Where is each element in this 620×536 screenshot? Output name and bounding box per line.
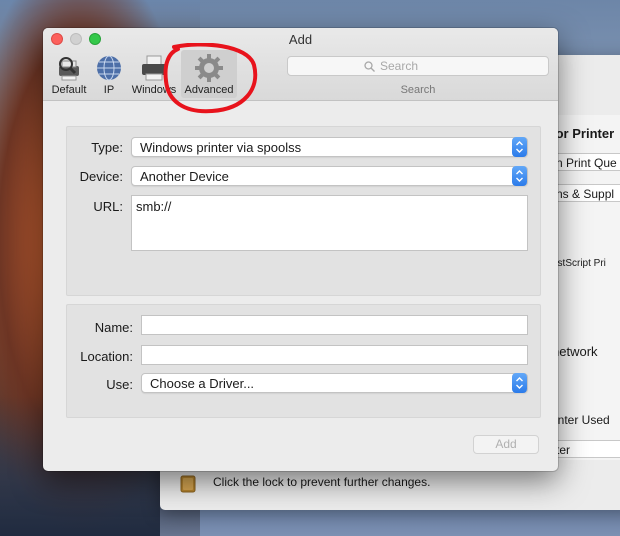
dialog-title: Add bbox=[288, 32, 313, 47]
type-label: Type: bbox=[91, 140, 123, 155]
driver-popup-arrows bbox=[512, 373, 527, 393]
options-supplies-button[interactable]: ns & Suppl bbox=[552, 184, 620, 202]
postscript-text: ostScript Pri bbox=[552, 258, 606, 269]
chevron-updown-icon bbox=[516, 377, 523, 389]
toolbar-default-label: Default bbox=[51, 84, 87, 96]
toolbar-windows-label: Windows bbox=[131, 84, 177, 96]
type-popup-arrows bbox=[512, 137, 527, 157]
url-label: URL: bbox=[93, 199, 123, 214]
toolbar-ip-label: IP bbox=[103, 84, 115, 96]
device-label: Device: bbox=[79, 169, 123, 184]
lock-icon[interactable] bbox=[180, 473, 196, 493]
add-printer-dialog: Add Default IP Windows Advanced Search S… bbox=[43, 28, 558, 471]
printer-info-group: Name: Location: Use: Choose a Driver... bbox=[66, 304, 541, 418]
add-button[interactable]: Add bbox=[473, 435, 539, 454]
globe-icon bbox=[97, 55, 121, 81]
driver-value: Choose a Driver... bbox=[150, 376, 255, 391]
name-field[interactable] bbox=[141, 315, 528, 335]
device-popup-arrows bbox=[512, 166, 527, 186]
use-label: Use: bbox=[106, 377, 133, 392]
type-value: Windows printer via spoolss bbox=[140, 140, 302, 155]
search-placeholder: Search bbox=[380, 59, 419, 73]
type-popup[interactable]: Windows printer via spoolss bbox=[131, 137, 528, 157]
toolbar-advanced-label: Advanced bbox=[184, 84, 234, 96]
toolbar-ip[interactable]: IP bbox=[93, 50, 125, 98]
printer-heading: lor Printer bbox=[552, 126, 615, 141]
url-field[interactable]: smb:// bbox=[131, 195, 528, 251]
driver-popup[interactable]: Choose a Driver... bbox=[141, 373, 528, 393]
location-field[interactable] bbox=[141, 345, 528, 365]
network-text: network bbox=[552, 344, 598, 359]
device-value: Another Device bbox=[140, 169, 229, 184]
search-caption: Search bbox=[400, 84, 436, 96]
toolbar-windows[interactable]: Windows bbox=[129, 50, 179, 98]
search-icon bbox=[364, 61, 375, 72]
name-label: Name: bbox=[94, 320, 133, 335]
location-label: Location: bbox=[80, 349, 133, 364]
gear-icon bbox=[195, 54, 223, 82]
default-printer-used[interactable]: inter Used bbox=[552, 411, 620, 429]
chevron-updown-icon bbox=[516, 141, 523, 153]
device-popup[interactable]: Another Device bbox=[131, 166, 528, 186]
chevron-updown-icon bbox=[516, 170, 523, 182]
device-group: Type: Windows printer via spoolss Device… bbox=[66, 126, 541, 296]
toolbar-advanced[interactable]: Advanced bbox=[181, 50, 237, 98]
search-input[interactable]: Search bbox=[287, 56, 549, 76]
lock-caption: Click the lock to prevent further change… bbox=[213, 475, 431, 489]
paper-size-field[interactable]: ter bbox=[552, 440, 620, 458]
dialog-toolbar: Add Default IP Windows Advanced Search S… bbox=[43, 28, 558, 101]
windows-printer-icon bbox=[142, 55, 166, 81]
default-printer-icon bbox=[59, 57, 79, 81]
toolbar-default[interactable]: Default bbox=[48, 50, 90, 98]
print-queue-field[interactable]: n Print Que bbox=[552, 153, 620, 171]
